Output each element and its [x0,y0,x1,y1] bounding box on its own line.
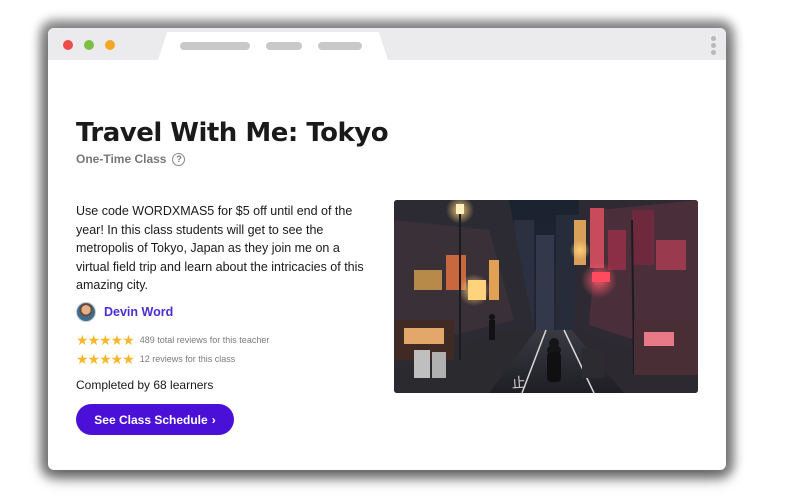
class-review-count[interactable]: 12 reviews for this class [140,354,236,364]
browser-tab[interactable] [158,32,388,60]
page-content: Travel With Me: Tokyo One-Time Class ? U… [48,60,726,470]
tokyo-street-photo: 止 [394,200,698,393]
chevron-right-icon: › [211,412,216,427]
browser-window: Travel With Me: Tokyo One-Time Class ? U… [48,28,726,470]
kebab-menu-icon[interactable] [711,50,716,55]
teacher-link[interactable]: Devin Word [76,302,173,322]
class-type-label: One-Time Class [76,152,167,166]
star-rating-icon: ★★★★★ [76,351,135,367]
svg-text:止: 止 [511,375,526,392]
browser-titlebar [48,28,726,60]
tokyo-street-illustration: 止 [394,200,698,393]
help-icon[interactable]: ? [172,152,186,166]
minimize-window-button[interactable] [84,40,94,50]
maximize-window-button[interactable] [105,40,115,50]
teacher-rating: ★★★★★ 489 total reviews for this teacher [76,333,269,347]
kebab-menu-icon[interactable] [711,36,716,41]
tab-placeholder-bar [266,42,302,50]
completed-count: Completed by 68 learners [76,378,214,392]
avatar [76,302,96,322]
star-rating-icon: ★★★★★ [76,332,135,348]
class-type: One-Time Class ? [76,152,186,166]
tab-placeholder-bar [318,42,362,50]
class-rating: ★★★★★ 12 reviews for this class [76,352,235,366]
see-class-schedule-button[interactable]: See Class Schedule › [76,404,234,435]
teacher-review-count[interactable]: 489 total reviews for this teacher [140,335,270,345]
close-window-button[interactable] [63,40,73,50]
tab-placeholder-bar [180,42,250,50]
teacher-name[interactable]: Devin Word [104,305,173,319]
kebab-menu-icon[interactable] [711,43,716,48]
see-class-schedule-label: See Class Schedule [94,412,208,427]
class-description: Use code WORDXMAS5 for $5 off until end … [76,204,364,292]
page-title: Travel With Me: Tokyo [76,118,389,148]
